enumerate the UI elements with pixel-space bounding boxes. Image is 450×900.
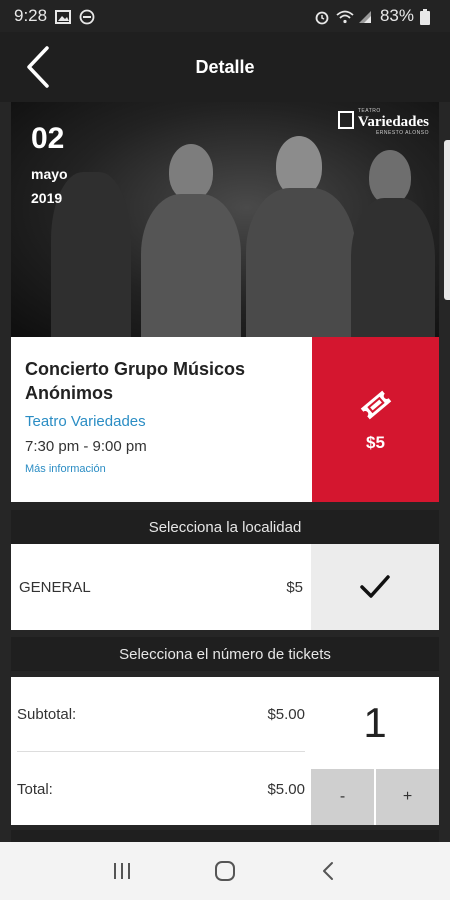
tickets-section-header: Selecciona el número de tickets <box>11 637 439 671</box>
signal-icon <box>358 9 374 23</box>
status-left: 9:28 <box>14 6 95 26</box>
ticket-totals: Subtotal: $5.00 Total: $5.00 <box>11 677 311 825</box>
locality-name: GENERAL <box>19 578 91 596</box>
home-button[interactable] <box>205 851 245 891</box>
back-button[interactable] <box>18 46 58 88</box>
locality-option-general[interactable]: GENERAL $5 <box>11 544 439 630</box>
event-info-card: Concierto Grupo Músicos Anónimos Teatro … <box>11 337 312 502</box>
subtotal-row: Subtotal: $5.00 <box>17 677 305 751</box>
gallery-icon <box>55 9 72 24</box>
home-icon <box>214 861 235 881</box>
event-title: Concierto Grupo Músicos Anónimos <box>25 359 246 403</box>
total-row: Total: $5.00 <box>17 752 305 826</box>
status-time: 9:28 <box>14 6 48 25</box>
event-day: 02 <box>31 122 65 155</box>
chevron-left-icon <box>27 46 49 88</box>
battery-icon <box>420 9 436 25</box>
total-label: Total: <box>17 780 53 798</box>
total-value: $5.00 <box>267 780 305 798</box>
more-info-link[interactable]: Más información <box>25 463 298 475</box>
subtotal-label: Subtotal: <box>17 705 77 723</box>
event-venue-link[interactable]: Teatro Variedades <box>25 413 298 430</box>
status-bar: 9:28 83% <box>0 0 450 32</box>
event-hero-image: 02 mayo 2019 TEATRO Variedades ERNESTO A… <box>11 102 439 337</box>
decrease-quantity-button[interactable]: - <box>311 769 374 825</box>
increase-quantity-button[interactable]: + <box>376 769 439 825</box>
locality-section-header: Selecciona la localidad <box>11 510 439 544</box>
event-time: 7:30 pm - 9:00 pm <box>25 438 147 455</box>
locality-select-button[interactable] <box>311 544 439 630</box>
battery-percent: 83% <box>379 6 414 25</box>
event-price: $5 <box>366 432 385 452</box>
event-month: mayo <box>31 166 68 182</box>
wifi-icon <box>336 9 354 24</box>
subtotal-value: $5.00 <box>267 705 305 723</box>
checkmark-icon <box>360 575 390 598</box>
do-not-disturb-icon <box>79 9 95 25</box>
ticket-icon <box>360 390 391 419</box>
app-bar: Detalle <box>0 32 450 102</box>
ticket-quantity: 1 <box>311 677 439 769</box>
recent-apps-icon <box>113 863 130 879</box>
venue-logo-wordmark: TEATRO Variedades ERNESTO ALONSO <box>358 108 429 136</box>
venue-logo-mark <box>337 111 354 129</box>
ticket-price-card[interactable]: $5 <box>312 337 439 502</box>
page-title: Detalle <box>195 56 255 77</box>
alarm-icon <box>314 9 330 25</box>
venue-logo-subtext: ERNESTO ALONSO <box>375 130 429 136</box>
venue-logo-name: Variedades <box>357 114 429 130</box>
system-navigation-bar <box>0 842 450 900</box>
status-right: 83% <box>314 6 436 26</box>
locality-price: $5 <box>286 578 303 596</box>
locality-info[interactable]: GENERAL $5 <box>11 544 311 630</box>
event-year: 2019 <box>31 190 63 206</box>
tickets-panel: Subtotal: $5.00 Total: $5.00 1 - + <box>11 677 439 825</box>
system-back-button[interactable] <box>308 851 348 891</box>
quantity-stepper: 1 - + <box>311 677 439 825</box>
next-section-edge <box>11 830 439 842</box>
edge-panel-handle[interactable] <box>444 140 450 300</box>
back-arrow-icon <box>323 862 334 880</box>
event-date: 02 mayo 2019 <box>31 122 68 206</box>
recent-apps-button[interactable] <box>102 851 142 891</box>
event-detail-content[interactable]: 02 mayo 2019 TEATRO Variedades ERNESTO A… <box>0 102 450 842</box>
venue-logo: TEATRO Variedades ERNESTO ALONSO <box>337 108 429 136</box>
quantity-buttons: - + <box>311 769 439 825</box>
